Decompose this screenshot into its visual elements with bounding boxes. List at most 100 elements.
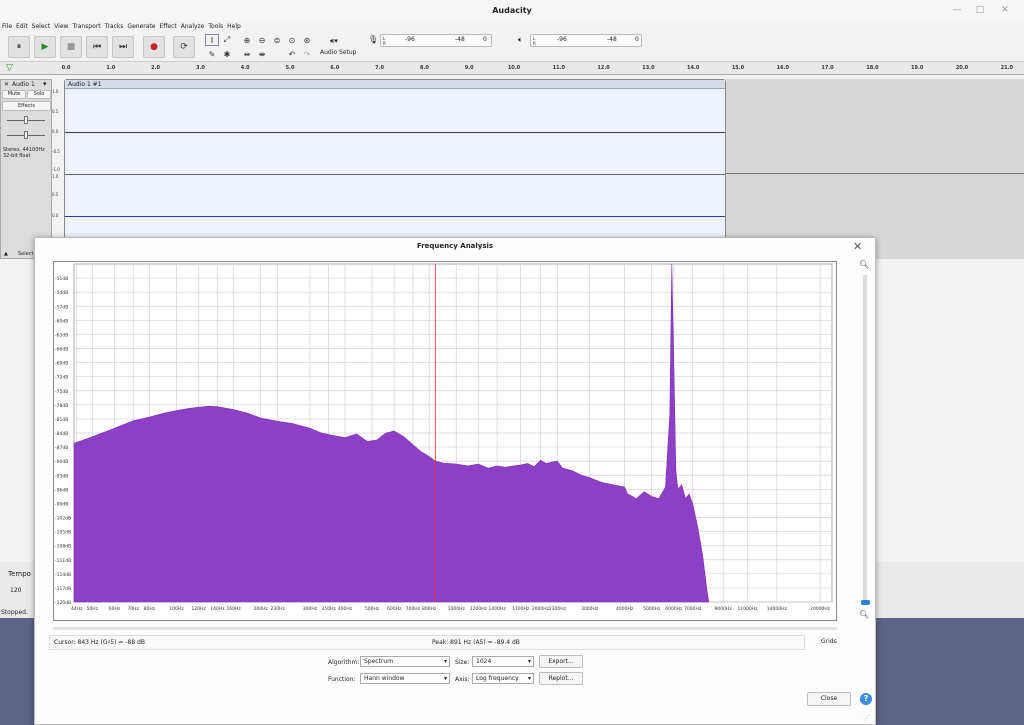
- zoom-slider-thumb[interactable]: [861, 600, 870, 605]
- menu-file[interactable]: File: [2, 21, 12, 32]
- x-tick-label: 200Hz: [254, 606, 269, 612]
- undo-button[interactable]: ↶: [285, 48, 299, 60]
- meter-tick: -48: [455, 36, 465, 43]
- menu-effect[interactable]: Effect: [159, 21, 176, 32]
- axis-select[interactable]: Log frequency: [472, 673, 534, 684]
- fit-project-button[interactable]: ⊙: [285, 34, 299, 46]
- close-window-button[interactable]: ✕: [998, 3, 1012, 17]
- zoom-slider[interactable]: [863, 275, 867, 603]
- x-tick-label: 60Hz: [109, 606, 121, 612]
- collapse-icon[interactable]: ▲: [4, 251, 8, 257]
- meter-tick: -96: [405, 36, 415, 43]
- menu-select[interactable]: Select: [32, 21, 51, 32]
- record-button[interactable]: ●: [143, 36, 165, 58]
- spectrum-plot[interactable]: -51dB -54dB -57dB -60dB -63dB -66dB -69dB -72dB…: [53, 261, 837, 621]
- audio-clip[interactable]: Audio 1 #1: [64, 79, 726, 259]
- zoom-in-button[interactable]: ⊕: [240, 34, 254, 46]
- function-select[interactable]: Hann window: [360, 673, 450, 684]
- zoom-toggle-button[interactable]: ⊛: [300, 34, 314, 46]
- x-tick-label: 1200Hz: [470, 606, 488, 612]
- resize-grip-icon[interactable]: ⋰: [863, 714, 870, 722]
- x-tick-label: 80Hz: [144, 606, 156, 612]
- dialog-close-icon[interactable]: ✕: [853, 240, 862, 253]
- solo-button[interactable]: Solo: [27, 90, 51, 99]
- skip-start-button[interactable]: ⏮: [86, 36, 108, 58]
- mute-button[interactable]: Mute: [2, 90, 26, 99]
- axis-label: Axis:: [455, 676, 470, 683]
- waveform-right: [65, 216, 725, 217]
- export-button[interactable]: Export...: [539, 655, 583, 668]
- audio-setup-button[interactable]: 🔊︎▾ Audio Setup: [320, 34, 360, 60]
- meter-tick: -96: [557, 36, 567, 43]
- redo-button[interactable]: ↷: [300, 48, 314, 60]
- help-icon[interactable]: ?: [860, 693, 872, 705]
- draw-tool[interactable]: ✎: [205, 48, 219, 60]
- stop-icon: ■: [66, 42, 76, 52]
- ruler-tick-label: 0.0: [61, 65, 71, 71]
- close-button[interactable]: Close: [807, 692, 851, 706]
- track-name[interactable]: Audio 1: [12, 81, 35, 88]
- x-tick-label: 120Hz: [191, 606, 206, 612]
- ruler-tick-label: 11.0: [552, 65, 565, 71]
- fit-project-icon: ⊙: [288, 35, 296, 45]
- zoom-out-button[interactable]: ⊖: [255, 34, 269, 46]
- menu-tools[interactable]: Tools: [208, 21, 223, 32]
- algorithm-select[interactable]: Spectrum: [360, 656, 450, 667]
- tempo-label: Tempo: [8, 570, 31, 578]
- menu-generate[interactable]: Generate: [127, 21, 155, 32]
- grids-checkbox[interactable]: Grids: [821, 638, 837, 645]
- play-button[interactable]: ▶: [34, 36, 56, 58]
- ruler-tick-label: 12.0: [597, 65, 610, 71]
- pencil-icon: ✎: [208, 49, 216, 59]
- fit-selection-button[interactable]: ⊜: [270, 34, 284, 46]
- x-tick-label: 700Hz: [406, 606, 421, 612]
- envelope-tool[interactable]: ⤢: [220, 34, 234, 46]
- trim-button[interactable]: ⇹: [240, 48, 254, 60]
- selection-tool[interactable]: I: [205, 34, 219, 46]
- track-menu-icon[interactable]: ▾: [43, 80, 47, 88]
- maximize-button[interactable]: □: [973, 3, 987, 17]
- loop-button[interactable]: ⟳: [173, 36, 195, 58]
- ruler-tick-label: 19.0: [911, 65, 924, 71]
- pause-button[interactable]: ⏸: [8, 36, 30, 58]
- skip-end-button[interactable]: ⏭: [112, 36, 134, 58]
- menu-help[interactable]: Help: [227, 21, 241, 32]
- y-tick-label: -114dB: [55, 572, 71, 578]
- clip-header[interactable]: Audio 1 #1: [65, 80, 725, 89]
- playback-meter[interactable]: L R -96 -48 0: [530, 34, 642, 47]
- zoom-out-icon[interactable]: 🔍︎: [859, 610, 869, 619]
- y-tick-label: -93dB: [55, 473, 68, 479]
- timeline-ruler[interactable]: ▽ 0.0 1.0 2.0 3.0 4.0 5.0 6.0 7.0 8.0 9.0 10.0 11.0…: [0, 62, 1024, 75]
- empty-track-area[interactable]: [726, 79, 1024, 259]
- ruler-tick-label: 14.0: [687, 65, 700, 71]
- replot-button[interactable]: Replot...: [539, 672, 583, 685]
- channel-divider: [65, 174, 725, 175]
- menu-transport[interactable]: Transport: [72, 21, 100, 32]
- minimize-button[interactable]: —: [950, 3, 964, 17]
- x-tick-label: 1700Hz: [512, 606, 530, 612]
- menu-tracks[interactable]: Tracks: [105, 21, 124, 32]
- silence-button[interactable]: ⇼: [255, 48, 269, 60]
- tempo-value[interactable]: 120: [10, 587, 21, 594]
- horizontal-scrollbar[interactable]: [53, 627, 837, 630]
- zoom-in-icon[interactable]: 🔍︎: [859, 260, 869, 269]
- multi-tool[interactable]: ✱: [220, 48, 234, 60]
- menu-view[interactable]: View: [54, 21, 68, 32]
- select-track-button[interactable]: Select: [18, 251, 33, 257]
- scale-tick: 0.0: [52, 213, 59, 218]
- pan-slider-thumb[interactable]: [24, 131, 28, 139]
- menu-edit[interactable]: Edit: [16, 21, 28, 32]
- gain-slider-thumb[interactable]: [24, 116, 28, 124]
- track-control-panel[interactable]: ✕ Audio 1 ▾ Mute Solo Effects Stereo, 44…: [0, 79, 52, 259]
- x-tick-label: 140Hz: [210, 606, 225, 612]
- menu-analyze[interactable]: Analyze: [181, 21, 205, 32]
- i-beam-icon: I: [210, 35, 214, 45]
- ruler-tick-label: 13.0: [642, 65, 655, 71]
- track-close-icon[interactable]: ✕: [4, 81, 9, 88]
- x-tick-label: 1400Hz: [489, 606, 507, 612]
- y-tick-label: -57dB: [55, 304, 68, 310]
- size-select[interactable]: 1024: [472, 656, 534, 667]
- stop-button[interactable]: ■: [60, 36, 82, 58]
- effects-button[interactable]: Effects: [2, 101, 51, 111]
- recording-meter[interactable]: L R -96 -48 0: [380, 34, 492, 47]
